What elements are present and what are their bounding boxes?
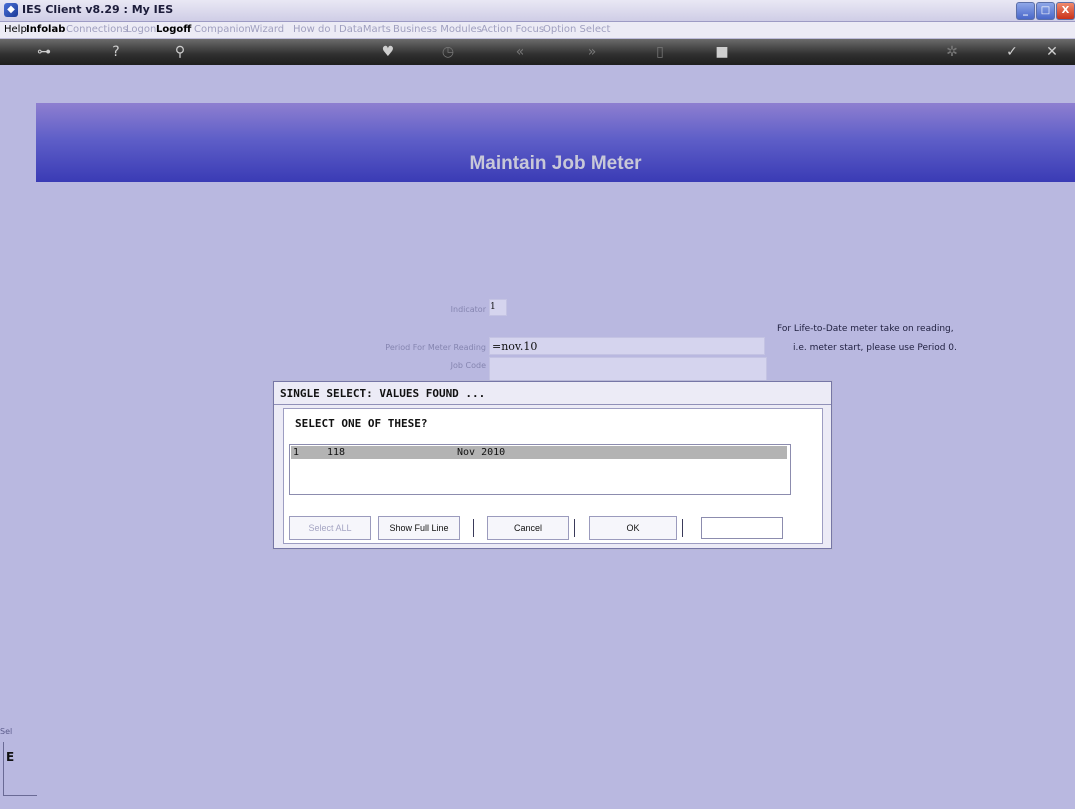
list-item-index: 1 [293, 447, 300, 458]
menu-option-select[interactable]: Option Select [543, 24, 610, 35]
stop-icon[interactable]: ■ [712, 42, 732, 62]
ies-client-window: ◆ IES Client v8.29 : My IES _ □ X Help I… [0, 0, 1075, 809]
menu-bar: Help Infolab Connections Logon Logoff Co… [0, 22, 1075, 39]
period-label: Period For Meter Reading [385, 343, 486, 352]
title-bar: ◆ IES Client v8.29 : My IES _ □ X [0, 0, 1075, 22]
cancel-button[interactable]: Cancel [487, 516, 569, 540]
help-icon[interactable]: ? [106, 42, 126, 62]
heart-icon[interactable]: ♥ [376, 42, 400, 62]
document-icon[interactable]: ▯ [650, 42, 670, 62]
settings-icon[interactable]: ✲ [940, 42, 964, 62]
menu-business-modules[interactable]: Business Modules [393, 24, 482, 35]
menu-wizard[interactable]: Wizard [250, 24, 284, 35]
period-field[interactable]: =nov.10 [489, 337, 765, 355]
bottom-left-glyph: E [6, 750, 15, 764]
single-select-dialog: SINGLE SELECT: VALUES FOUND ... SELECT O… [273, 381, 832, 549]
values-listbox[interactable]: 1 118 Nov 2010 [289, 444, 791, 495]
divider [682, 519, 683, 537]
key-icon[interactable]: ⊶ [26, 42, 62, 62]
fast-forward-icon[interactable]: » [580, 42, 604, 62]
divider [3, 795, 37, 796]
ok-button[interactable]: OK [589, 516, 677, 540]
dialog-title: SINGLE SELECT: VALUES FOUND ... [280, 387, 486, 400]
divider [473, 519, 474, 537]
menu-action-focus[interactable]: Action Focus [481, 24, 544, 35]
menu-help[interactable]: Help [4, 24, 27, 35]
check-icon[interactable]: ✓ [1000, 42, 1024, 62]
menu-infolab[interactable]: Infolab [26, 24, 65, 35]
rewind-icon[interactable]: « [508, 42, 532, 62]
show-full-line-button[interactable]: Show Full Line [378, 516, 460, 540]
close-icon[interactable]: ✕ [1040, 42, 1064, 62]
job-code-label: Job Code [450, 361, 486, 370]
indicator-field[interactable]: 1 [489, 299, 507, 316]
list-item[interactable]: 1 118 Nov 2010 [291, 446, 787, 459]
select-all-button[interactable]: Select ALL [289, 516, 371, 540]
indicator-label: Indicator [450, 305, 486, 314]
menu-connections[interactable]: Connections [66, 24, 128, 35]
info-note-line1: For Life-to-Date meter take on reading, [777, 324, 954, 334]
bottom-left-text: Sel [0, 727, 13, 736]
toolbar: ⊶ ? ⚲ ♥ ◷ « » ▯ ■ ✲ ✓ ✕ [0, 39, 1075, 65]
divider [574, 519, 575, 537]
list-item-period: Nov 2010 [457, 447, 506, 458]
dialog-prompt: SELECT ONE OF THESE? [295, 417, 428, 430]
search-icon[interactable]: ⚲ [170, 42, 190, 62]
menu-how-do-i[interactable]: How do I [293, 24, 337, 35]
close-window-button[interactable]: X [1056, 2, 1075, 20]
clock-icon[interactable]: ◷ [438, 42, 458, 62]
divider [3, 742, 4, 795]
menu-companion[interactable]: Companion [194, 24, 251, 35]
dialog-title-bar: SINGLE SELECT: VALUES FOUND ... [274, 382, 831, 405]
dialog-panel: SELECT ONE OF THESE? 1 118 Nov 2010 Sele… [283, 408, 823, 544]
minimize-button[interactable]: _ [1016, 2, 1035, 20]
menu-logoff[interactable]: Logoff [156, 24, 191, 35]
info-note-line2: i.e. meter start, please use Period 0. [793, 343, 957, 353]
dialog-input[interactable] [701, 517, 783, 539]
app-icon: ◆ [4, 3, 18, 17]
job-code-field[interactable] [489, 357, 767, 381]
list-item-code: 118 [327, 447, 346, 458]
maximize-button[interactable]: □ [1036, 2, 1055, 20]
header-banner: Maintain Job Meter [36, 103, 1075, 182]
menu-logon[interactable]: Logon [126, 24, 156, 35]
menu-datamarts[interactable]: DataMarts [339, 24, 391, 35]
window-title: IES Client v8.29 : My IES [22, 3, 174, 16]
page-title: Maintain Job Meter [469, 153, 642, 174]
